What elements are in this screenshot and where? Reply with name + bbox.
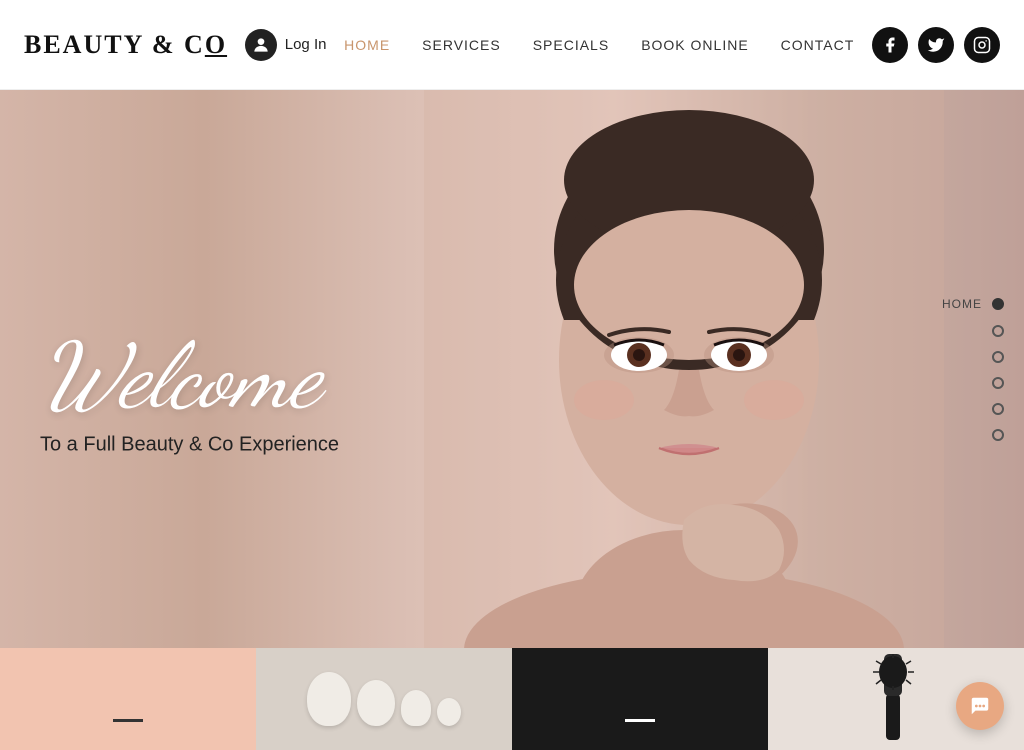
slide-nav-item-1[interactable]: HOME: [942, 297, 1004, 311]
tile-spa[interactable]: [256, 648, 512, 750]
stone-tiny: [437, 698, 461, 726]
nav-specials[interactable]: SPECIALS: [533, 37, 609, 53]
slide-nav-item-5[interactable]: [992, 403, 1004, 415]
facebook-icon[interactable]: [872, 27, 908, 63]
login-label: Log In: [285, 36, 327, 53]
chat-button[interactable]: [956, 682, 1004, 730]
slide-nav-item-2[interactable]: [992, 325, 1004, 337]
twitter-icon[interactable]: [918, 27, 954, 63]
mascara-area: [856, 654, 936, 744]
slide-dot-4[interactable]: [992, 377, 1004, 389]
slide-dot-2[interactable]: [992, 325, 1004, 337]
main-nav: HOME SERVICES SPECIALS BOOK ONLINE CONTA…: [344, 37, 854, 53]
slide-nav-label: HOME: [942, 297, 982, 311]
social-icons: [872, 27, 1000, 63]
tile-services[interactable]: [0, 648, 256, 750]
slide-dot-3[interactable]: [992, 351, 1004, 363]
nav-home[interactable]: HOME: [344, 37, 390, 53]
logo-text: BEAUTY & C: [24, 30, 205, 59]
spa-stones: [307, 672, 461, 726]
nav-services[interactable]: SERVICES: [422, 37, 501, 53]
hero-subtitle-text: To a Full Beauty & Co Experience: [40, 434, 339, 457]
slide-nav-item-3[interactable]: [992, 351, 1004, 363]
tile-black[interactable]: [512, 648, 768, 750]
stone-large: [307, 672, 351, 726]
logo-o: o: [205, 30, 227, 59]
slide-nav-item-4[interactable]: [992, 377, 1004, 389]
login-button[interactable]: Log In: [245, 29, 327, 61]
slide-nav-item-6[interactable]: [992, 429, 1004, 441]
tile-1-dash: [113, 719, 143, 722]
tile-3-dash: [625, 719, 655, 722]
hero-section: Welcome To a Full Beauty & Co Experience…: [0, 90, 1024, 648]
nav-contact[interactable]: CONTACT: [781, 37, 855, 53]
hero-welcome-text: Welcome: [40, 332, 339, 422]
bottom-tiles: [0, 648, 1024, 750]
site-logo[interactable]: BEAUTY & Co: [24, 30, 227, 60]
site-header: BEAUTY & Co Log In HOME SERVICES SPECIAL…: [0, 0, 1024, 90]
user-icon: [245, 29, 277, 61]
stone-medium: [357, 680, 395, 726]
stone-small: [401, 690, 431, 726]
instagram-icon[interactable]: [964, 27, 1000, 63]
slide-dot-1[interactable]: [992, 298, 1004, 310]
hero-text-block: Welcome To a Full Beauty & Co Experience: [40, 332, 339, 457]
slide-dot-6[interactable]: [992, 429, 1004, 441]
slide-nav: HOME: [942, 297, 1004, 441]
nav-book-online[interactable]: BOOK ONLINE: [641, 37, 748, 53]
slide-dot-5[interactable]: [992, 403, 1004, 415]
hero-image: [424, 90, 944, 648]
